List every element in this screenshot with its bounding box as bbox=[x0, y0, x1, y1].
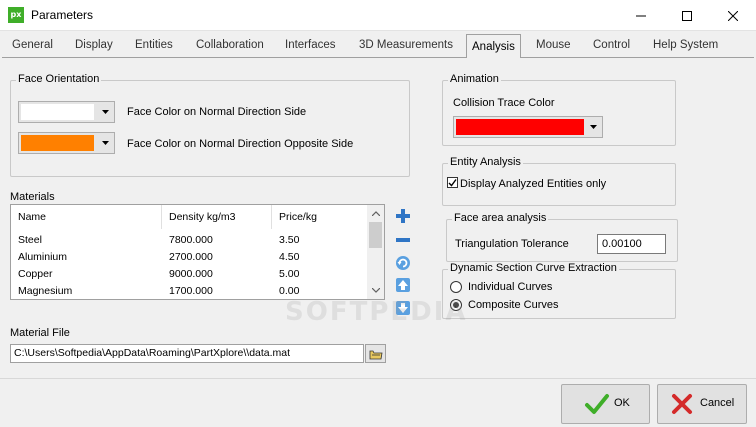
chevron-down-icon bbox=[98, 104, 112, 120]
normal-face-color-label: Face Color on Normal Direction Side bbox=[127, 106, 307, 118]
table-row[interactable]: Aluminium 2700.000 4.50 bbox=[11, 249, 367, 266]
column-header-density[interactable]: Density kg/m3 bbox=[162, 205, 272, 229]
cell-density: 2700.000 bbox=[169, 251, 213, 263]
tolerance-input[interactable]: 0.00100 bbox=[597, 234, 666, 254]
scroll-down-arrow[interactable] bbox=[367, 282, 384, 299]
chevron-down-icon bbox=[586, 119, 600, 135]
tab-interfaces[interactable]: Interfaces bbox=[285, 39, 336, 58]
display-analyzed-checkbox[interactable] bbox=[447, 177, 458, 188]
cell-price: 0.00 bbox=[279, 285, 300, 297]
arrow-down-icon bbox=[396, 301, 410, 315]
arrow-up-icon bbox=[396, 278, 410, 292]
table-scrollbar[interactable] bbox=[367, 205, 384, 299]
chevron-up-icon bbox=[371, 211, 380, 216]
refresh-icon bbox=[396, 256, 410, 270]
tab-general[interactable]: General bbox=[12, 39, 53, 58]
cancel-x-icon bbox=[672, 394, 692, 414]
cancel-button[interactable]: Cancel bbox=[657, 384, 747, 424]
cell-name: Copper bbox=[18, 268, 53, 280]
scroll-thumb[interactable] bbox=[369, 222, 382, 248]
bottom-separator bbox=[0, 378, 756, 379]
face-orientation-title: Face Orientation bbox=[16, 73, 102, 85]
chevron-down-icon bbox=[371, 288, 380, 293]
minimize-button[interactable] bbox=[618, 0, 664, 31]
cell-price: 4.50 bbox=[279, 251, 300, 263]
material-file-input[interactable]: C:\Users\Softpedia\AppData\Roaming\PartX… bbox=[10, 344, 364, 363]
cell-price: 3.50 bbox=[279, 234, 300, 246]
cell-density: 1700.000 bbox=[169, 285, 213, 297]
title-bar: px Parameters bbox=[0, 0, 756, 31]
ok-button-label: OK bbox=[614, 397, 630, 409]
column-header-price[interactable]: Price/kg bbox=[272, 205, 368, 229]
scroll-up-arrow[interactable] bbox=[367, 205, 384, 222]
maximize-icon bbox=[682, 10, 692, 21]
add-material-button[interactable] bbox=[393, 206, 413, 226]
normal-face-color-combo[interactable] bbox=[18, 101, 115, 123]
tab-help-system[interactable]: Help System bbox=[653, 39, 718, 58]
minimize-icon bbox=[636, 15, 646, 16]
close-icon bbox=[728, 10, 738, 21]
composite-curves-label: Composite Curves bbox=[468, 299, 559, 311]
opposite-face-color-swatch bbox=[21, 135, 94, 151]
column-header-name[interactable]: Name bbox=[11, 205, 162, 229]
collision-color-label: Collision Trace Color bbox=[453, 97, 555, 109]
refresh-button[interactable] bbox=[393, 253, 413, 273]
individual-curves-label: Individual Curves bbox=[468, 281, 553, 293]
cell-name: Magnesium bbox=[18, 285, 73, 297]
tolerance-label: Triangulation Tolerance bbox=[455, 238, 569, 250]
cell-name: Steel bbox=[18, 234, 42, 246]
material-file-label: Material File bbox=[10, 327, 70, 339]
folder-icon bbox=[369, 350, 382, 359]
normal-face-color-swatch bbox=[21, 104, 94, 120]
materials-title: Materials bbox=[10, 191, 55, 203]
chevron-down-icon bbox=[98, 135, 112, 151]
materials-table[interactable]: Name Density kg/m3 Price/kg Steel 7800.0… bbox=[10, 204, 385, 300]
composite-curves-radio[interactable] bbox=[450, 299, 462, 311]
opposite-face-color-combo[interactable] bbox=[18, 132, 115, 154]
tab-entities[interactable]: Entities bbox=[135, 39, 173, 58]
cell-density: 9000.000 bbox=[169, 268, 213, 280]
checkmark-icon bbox=[585, 394, 609, 414]
face-area-title: Face area analysis bbox=[452, 212, 549, 224]
window-title: Parameters bbox=[31, 8, 94, 22]
display-analyzed-label: Display Analyzed Entities only bbox=[460, 178, 607, 190]
cancel-button-label: Cancel bbox=[700, 397, 735, 409]
tab-display[interactable]: Display bbox=[75, 39, 113, 58]
remove-material-button[interactable] bbox=[393, 230, 413, 250]
individual-curves-radio[interactable] bbox=[450, 281, 462, 293]
close-button[interactable] bbox=[710, 0, 756, 31]
browse-file-button[interactable] bbox=[365, 344, 386, 363]
tab-analysis[interactable]: Analysis bbox=[466, 34, 521, 58]
move-down-button[interactable] bbox=[393, 298, 413, 318]
dynamic-section-title: Dynamic Section Curve Extraction bbox=[448, 262, 619, 274]
animation-title: Animation bbox=[448, 73, 501, 85]
collision-color-swatch bbox=[456, 119, 584, 135]
cell-density: 7800.000 bbox=[169, 234, 213, 246]
collision-color-combo[interactable] bbox=[453, 116, 603, 138]
face-orientation-group: Face Orientation bbox=[10, 73, 410, 177]
cell-name: Aluminium bbox=[18, 251, 68, 263]
tab-collaboration[interactable]: Collaboration bbox=[196, 39, 264, 58]
app-logo: px bbox=[8, 7, 24, 23]
cell-price: 5.00 bbox=[279, 268, 300, 280]
tab-strip: General Display Entities Collaboration I… bbox=[0, 34, 756, 58]
minus-icon bbox=[396, 238, 410, 242]
ok-button[interactable]: OK bbox=[561, 384, 650, 424]
tab-3d-measurements[interactable]: 3D Measurements bbox=[359, 39, 453, 58]
table-row[interactable]: Copper 9000.000 5.00 bbox=[11, 266, 367, 283]
opposite-face-color-label: Face Color on Normal Direction Opposite … bbox=[127, 138, 354, 150]
maximize-button[interactable] bbox=[664, 0, 710, 31]
plus-icon bbox=[396, 209, 410, 223]
entity-analysis-title: Entity Analysis bbox=[448, 156, 523, 168]
table-row[interactable]: Steel 7800.000 3.50 bbox=[11, 232, 367, 249]
dynamic-section-group: Dynamic Section Curve Extraction bbox=[442, 262, 676, 319]
table-row[interactable]: Magnesium 1700.000 0.00 bbox=[11, 283, 367, 299]
checkmark-icon bbox=[448, 179, 457, 187]
tab-control[interactable]: Control bbox=[593, 39, 630, 58]
tab-mouse[interactable]: Mouse bbox=[536, 39, 571, 58]
move-up-button[interactable] bbox=[393, 275, 413, 295]
